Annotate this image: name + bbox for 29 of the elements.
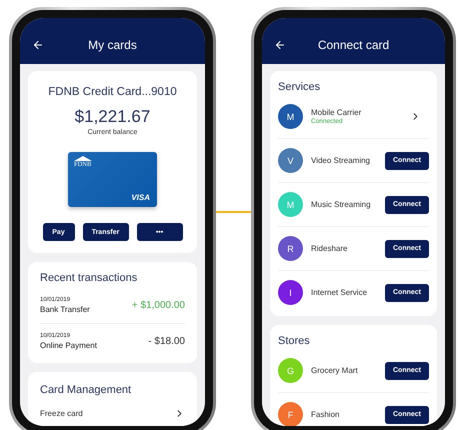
transaction-amount: + $1,000.00 [132,300,185,311]
account-name: FDNB Credit Card...9010 [47,86,178,98]
service-name: Rideshare [311,244,348,253]
back-icon[interactable] [274,39,286,51]
service-name: Music Streaming [311,200,372,209]
service-name: Mobile Carrier [311,108,362,117]
service-name: Fashion [311,410,340,419]
screen-title: My cards [88,38,137,52]
avatar: G [278,358,303,383]
avatar: V [278,148,303,173]
service-name: Grocery Mart [311,366,359,375]
avatar: M [278,104,303,129]
service-name: Video Streaming [311,156,371,165]
avatar: F [278,402,303,426]
avatar: M [278,192,303,217]
avatar: R [278,236,303,261]
transaction-description: Online Payment [40,341,97,350]
section-heading: Stores [278,335,311,347]
section-heading: Card Management [40,384,132,396]
section-heading: Recent transactions [40,272,138,284]
transaction-amount: - $18.00 [148,336,185,347]
menu-item[interactable]: Freeze card [40,409,83,418]
screen-title: Connect card [318,38,390,52]
avatar: I [278,280,303,305]
transaction-description: Bank Transfer [40,305,90,314]
service-name: Internet Service [311,288,368,297]
back-icon[interactable] [32,39,44,51]
balance-amount: $1,221.67 [74,107,152,127]
section-heading: Services [278,81,322,93]
